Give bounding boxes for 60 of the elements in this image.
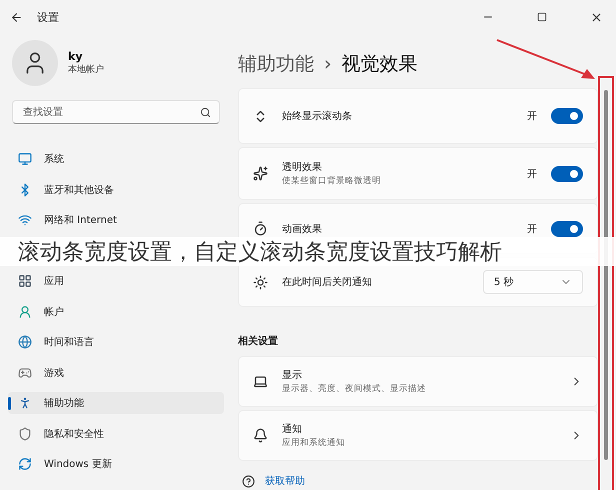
wifi-icon [18, 213, 32, 228]
shield-icon [18, 426, 32, 441]
setting-title: 通知 [282, 422, 303, 436]
setting-title: 动画效果 [282, 222, 323, 236]
toggle-switch[interactable] [551, 108, 583, 124]
sidebar-item[interactable]: 系统 [8, 148, 224, 170]
toggle-state-label: 开 [527, 222, 537, 236]
toggle-switch[interactable] [551, 220, 583, 236]
account-type: 本地帐户 [68, 64, 104, 76]
sun-icon [253, 274, 268, 290]
scrollbar-thumb[interactable] [604, 90, 608, 460]
related-setting-card[interactable]: 显示 显示器、亮度、夜间模式、显示描述 [238, 356, 598, 407]
back-icon[interactable] [10, 10, 23, 24]
page-title: 视觉效果 [342, 52, 418, 77]
person-icon [18, 304, 32, 319]
breadcrumb-parent[interactable]: 辅助功能 [238, 51, 314, 77]
setting-title: 显示 [282, 369, 303, 382]
toggle-state-label: 开 [527, 110, 537, 123]
toggle-state-label: 开 [527, 168, 537, 180]
breadcrumb-separator: › [324, 53, 332, 75]
related-setting-card[interactable]: 通知 应用和系统通知 [238, 410, 598, 461]
help-link[interactable]: 获取帮助 [265, 474, 305, 488]
dropdown[interactable]: 5 秒 [483, 270, 583, 294]
timer-icon [253, 221, 268, 236]
bell-icon [253, 428, 268, 443]
search-icon [200, 106, 211, 118]
setting-description: 应用和系统通知 [282, 437, 346, 449]
gamepad-icon [18, 366, 32, 380]
overlay-caption: 滚动条宽度设置，自定义滚动条宽度设置技巧解析 [0, 237, 616, 266]
section-heading: 相关设置 [238, 334, 279, 348]
monitor-icon [18, 152, 32, 166]
close-icon [590, 10, 602, 24]
help-icon [242, 474, 255, 488]
sidebar-item[interactable]: 蓝牙和其他设备 [8, 178, 224, 201]
globe-icon [18, 335, 32, 350]
setting-description: 显示器、亮度、夜间模式、显示描述 [282, 383, 427, 395]
maximize-icon [537, 12, 547, 22]
sidebar-item[interactable]: Windows 更新 [8, 453, 224, 476]
setting-title: 在此时间后关闭通知 [282, 276, 373, 289]
refresh-icon [18, 457, 32, 472]
sidebar-item[interactable]: 帐户 [8, 300, 224, 323]
sidebar-item[interactable]: 时间和语言 [8, 331, 224, 354]
search-input[interactable]: 查找设置 [21, 106, 200, 118]
user-name: ky [68, 50, 84, 63]
sidebar-item[interactable]: 网络和 Internet [8, 209, 224, 232]
laptop-icon [253, 374, 268, 389]
apps-icon [18, 274, 32, 288]
person-icon [18, 396, 32, 410]
setting-description: 使某些窗口背景略微透明 [282, 175, 382, 187]
sidebar-item[interactable]: 辅助功能 [8, 392, 224, 414]
setting-title: 透明效果 [282, 160, 323, 174]
setting-title: 始终显示滚动条 [282, 110, 353, 123]
sidebar-item[interactable]: 应用 [8, 270, 224, 292]
window-title: 设置 [37, 10, 60, 24]
search-field[interactable]: 查找设置 [12, 100, 220, 124]
sparkle-icon [253, 166, 268, 181]
sidebar-item[interactable]: 游戏 [8, 362, 224, 384]
avatar [12, 40, 58, 86]
toggle-switch[interactable] [551, 166, 583, 182]
sidebar-item[interactable]: 隐私和安全性 [8, 422, 224, 445]
